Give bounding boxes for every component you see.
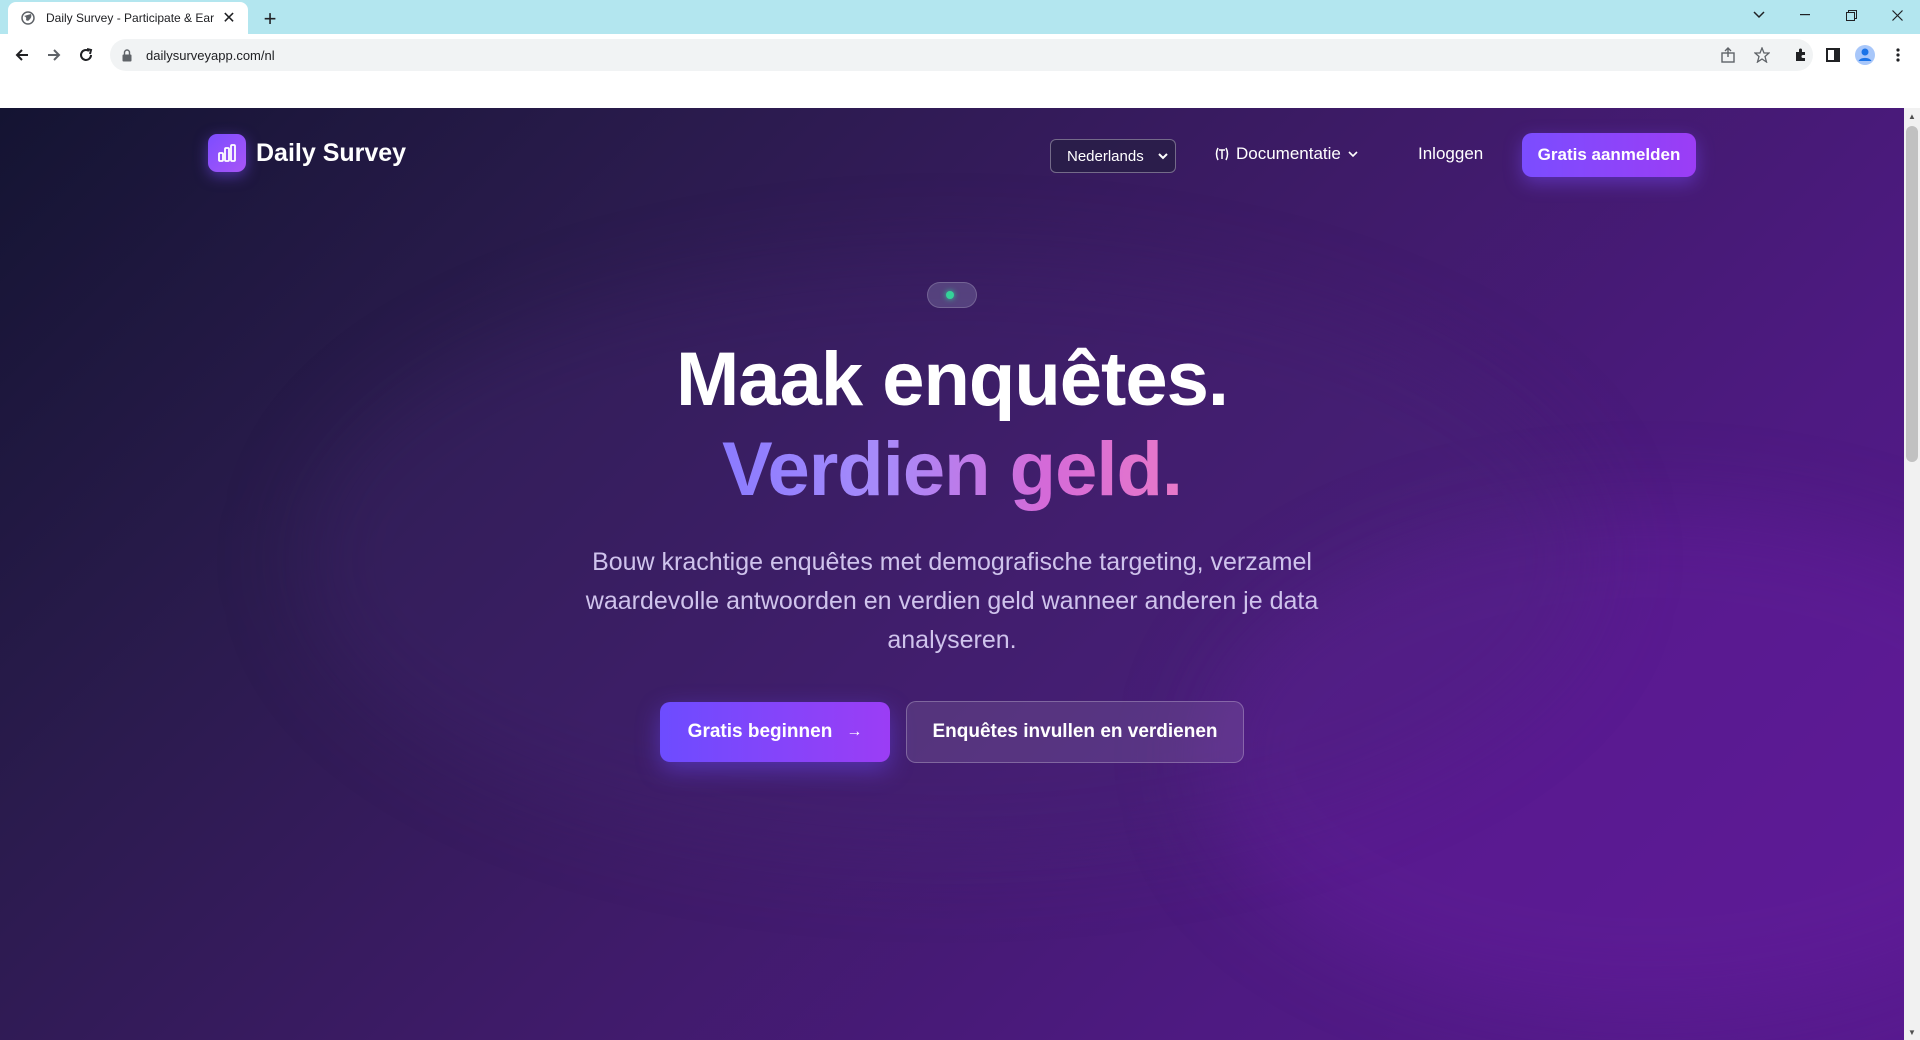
profile-avatar-icon[interactable] [1851,41,1879,69]
start-free-label: Gratis beginnen [687,721,833,742]
side-panel-icon[interactable] [1819,41,1847,69]
tab-search-icon[interactable] [1736,0,1782,30]
restore-button[interactable] [1828,0,1874,30]
extensions-puzzle-icon[interactable] [1787,41,1815,69]
signup-button[interactable]: Gratis aanmelden [1522,133,1696,177]
minimize-button[interactable] [1782,0,1828,30]
globe-icon [20,10,36,26]
share-icon[interactable] [1714,41,1742,69]
scroll-down-arrow-icon[interactable]: ▼ [1904,1024,1920,1040]
bar-chart-icon [208,134,246,172]
close-window-button[interactable] [1874,0,1920,30]
scroll-up-arrow-icon[interactable]: ▲ [1904,108,1920,124]
docs-menu[interactable]: Documentatie [1212,144,1359,164]
language-select[interactable]: Nederlands [1050,139,1176,173]
status-badge [927,282,977,308]
browser-tabstrip: Daily Survey - Participate & Earn ✕ + [0,0,1920,34]
menu-kebab-icon[interactable] [1884,41,1912,69]
bookmark-star-icon[interactable] [1748,41,1776,69]
fill-surveys-button[interactable]: Enquêtes invullen en verdienen [906,701,1244,763]
hero-subtitle: Bouw krachtige enquêtes met demografisch… [585,548,1319,654]
browser-tab[interactable]: Daily Survey - Participate & Earn ✕ [8,2,248,34]
close-icon[interactable]: ✕ [220,9,238,27]
start-free-button[interactable]: Gratis beginnen → [660,702,890,762]
book-icon [1212,144,1232,164]
login-link[interactable]: Inloggen [1418,144,1483,164]
back-arrow-icon[interactable] [7,40,37,70]
arrow-right-icon: → [846,723,863,740]
lock-icon [122,48,134,62]
url-text: dailysurveyapp.com/nl [146,47,275,63]
page-scrollbar[interactable]: ▲ ▼ [1904,108,1920,1040]
chevron-down-icon [1157,148,1169,168]
page-viewport: Daily Survey Nederlands Documentatie Inl… [0,108,1904,1040]
logo-text: Daily Survey [256,138,407,167]
hero-title-line1: Maak enquêtes. [676,337,1229,422]
address-bar[interactable]: dailysurveyapp.com/nl [110,39,1813,71]
status-dot [946,291,954,299]
scroll-thumb[interactable] [1906,126,1918,462]
forward-arrow-icon[interactable] [39,40,69,70]
docs-label: Documentatie [1236,144,1341,163]
hero-title-gradient: Verdien geld. [721,427,1183,512]
new-tab-button[interactable]: + [256,5,284,33]
tab-title: Daily Survey - Participate & Earn [46,11,214,25]
browser-toolbar: dailysurveyapp.com/nl [0,34,1920,108]
chevron-down-icon [1347,149,1359,159]
reload-icon[interactable] [71,40,101,70]
hero-title-line2: Verdien geld. [0,426,1904,513]
site-logo[interactable]: Daily Survey [208,134,406,172]
language-selected-value: Nederlands [1067,147,1144,165]
